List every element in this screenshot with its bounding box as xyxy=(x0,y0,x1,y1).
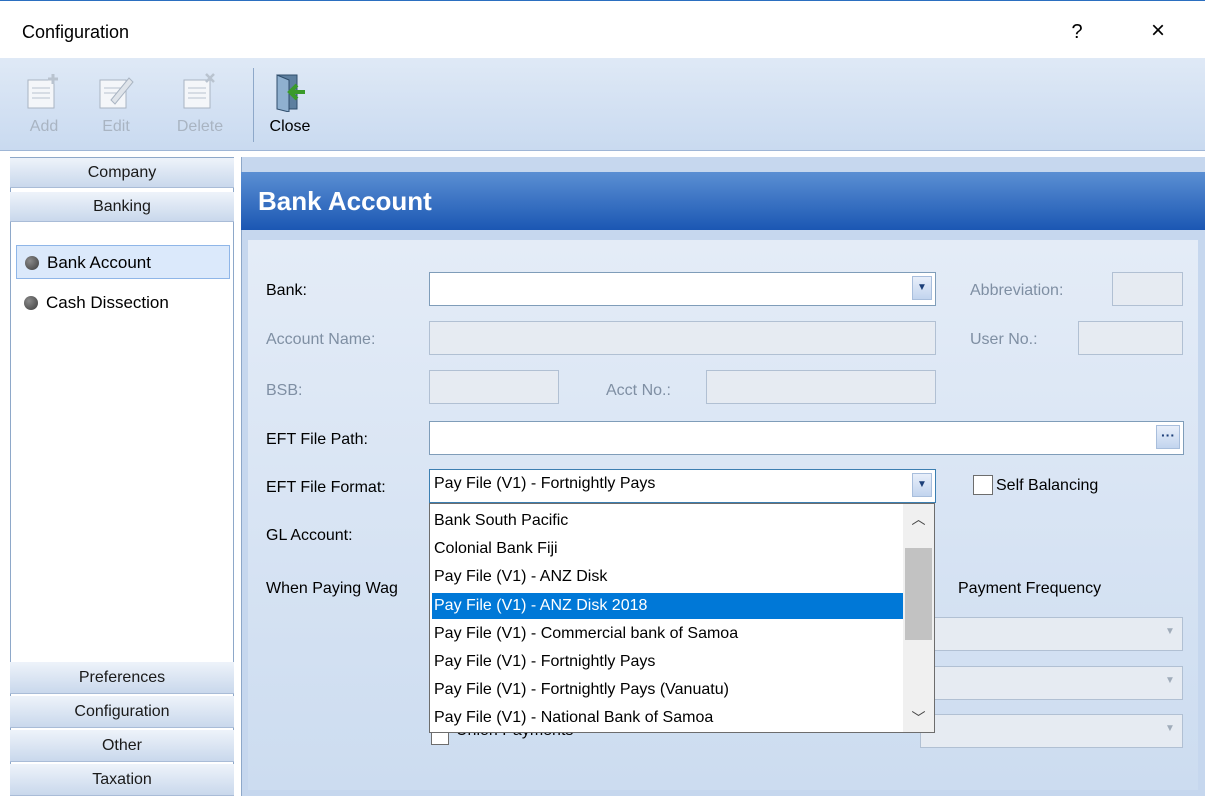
dropdown-option[interactable]: Pay File (V1) - Fortnightly Pays xyxy=(432,649,906,675)
page-title: Bank Account xyxy=(258,186,432,216)
bsb-field[interactable] xyxy=(429,370,559,404)
bank-combo[interactable]: ▼ xyxy=(429,272,936,306)
scroll-up-icon[interactable]: ︿ xyxy=(903,508,934,530)
chevron-down-icon[interactable]: ▼ xyxy=(912,473,932,497)
exit-door-icon xyxy=(276,74,305,112)
add-label: Add xyxy=(29,118,59,135)
acct-no-field[interactable] xyxy=(706,370,936,404)
delete-label: Delete xyxy=(176,118,224,135)
nav-item-cash-dissection[interactable]: Cash Dissection xyxy=(16,286,230,320)
user-no-field[interactable] xyxy=(1078,321,1183,355)
nav-group-company[interactable]: Company xyxy=(10,158,234,188)
eft-file-path-field[interactable]: ··· xyxy=(429,421,1184,455)
toolbar-separator xyxy=(253,68,254,142)
dropdown-option[interactable]: Pay File (V1) - ANZ Disk xyxy=(432,564,906,590)
payment-frequency-combo-3[interactable]: ▼ xyxy=(920,714,1183,748)
nav-group-preferences[interactable]: Preferences xyxy=(10,662,234,694)
payment-frequency-label: Payment Frequency xyxy=(958,580,1102,597)
nav-item-bank-account[interactable]: Bank Account xyxy=(16,245,230,279)
nav-group-taxation[interactable]: Taxation xyxy=(10,764,234,796)
eft-file-format-combo[interactable]: Pay File (V1) - Fortnightly Pays ▼ xyxy=(429,469,936,503)
title-bar xyxy=(0,0,1205,58)
bullet-icon xyxy=(25,256,39,270)
chevron-down-icon[interactable]: ▼ xyxy=(1161,670,1179,692)
window-title: Configuration xyxy=(22,22,130,42)
close-label: Close xyxy=(269,118,311,135)
nav-item-label: Bank Account xyxy=(47,253,151,272)
add-button[interactable]: Add xyxy=(16,68,72,144)
help-button[interactable]: ? xyxy=(1062,16,1092,48)
browse-button[interactable]: ··· xyxy=(1156,425,1180,449)
eft-file-path-label: EFT File Path: xyxy=(266,431,368,448)
chevron-down-icon[interactable]: ▼ xyxy=(1161,718,1179,740)
bsb-label: BSB: xyxy=(266,382,303,399)
nav-group-banking[interactable]: Banking xyxy=(10,192,234,222)
close-window-button[interactable]: × xyxy=(1138,14,1178,48)
bank-label: Bank: xyxy=(266,282,307,299)
chevron-down-icon[interactable]: ▼ xyxy=(912,276,932,300)
self-balancing-label: Self Balancing xyxy=(996,477,1099,494)
eft-format-dropdown-list[interactable]: Bank South Pacific Colonial Bank Fiji Pa… xyxy=(429,503,935,733)
edit-record-icon xyxy=(99,77,134,109)
account-name-label: Account Name: xyxy=(266,331,376,348)
dropdown-option[interactable]: Bank South Pacific xyxy=(432,508,906,534)
gl-account-label: GL Account: xyxy=(266,527,353,544)
dropdown-option[interactable]: Pay File (V1) - National Bank of Samoa xyxy=(432,705,906,731)
bullet-icon xyxy=(24,296,38,310)
payment-frequency-combo-2[interactable]: ▼ xyxy=(920,666,1183,700)
delete-record-icon xyxy=(183,73,215,109)
acct-no-label: Acct No.: xyxy=(606,382,671,399)
eft-file-format-label: EFT File Format: xyxy=(266,479,386,496)
dropdown-option-selected[interactable]: Pay File (V1) - ANZ Disk 2018 xyxy=(431,592,907,620)
when-paying-wages-label: When Paying Wag xyxy=(266,580,398,597)
payment-frequency-combo-1[interactable]: ▼ xyxy=(920,617,1183,651)
chevron-down-icon[interactable]: ▼ xyxy=(1161,621,1179,643)
close-button[interactable]: Close xyxy=(262,68,318,144)
dropdown-option[interactable]: Pay File (V1) - Commercial bank of Samoa xyxy=(432,621,906,647)
self-balancing-checkbox[interactable] xyxy=(973,475,993,495)
nav-item-label: Cash Dissection xyxy=(46,293,169,312)
dropdown-option[interactable]: Colonial Bank Fiji xyxy=(432,536,906,562)
user-no-label: User No.: xyxy=(970,331,1038,348)
dropdown-option[interactable]: Pay File (V1) - Fortnightly Pays (Vanuat… xyxy=(432,677,906,703)
abbreviation-field[interactable] xyxy=(1112,272,1183,306)
eft-file-format-value: Pay File (V1) - Fortnightly Pays xyxy=(434,475,656,492)
add-record-icon xyxy=(27,74,58,109)
nav-group-other[interactable]: Other xyxy=(10,730,234,762)
abbreviation-label: Abbreviation: xyxy=(970,282,1064,299)
account-name-field[interactable] xyxy=(429,321,936,355)
scroll-down-icon[interactable]: ﹀ xyxy=(903,707,934,729)
delete-button[interactable]: Delete xyxy=(168,68,232,144)
edit-button[interactable]: Edit xyxy=(88,68,144,144)
scrollbar-thumb[interactable] xyxy=(905,548,932,640)
nav-group-configuration[interactable]: Configuration xyxy=(10,696,234,728)
edit-label: Edit xyxy=(102,118,130,135)
